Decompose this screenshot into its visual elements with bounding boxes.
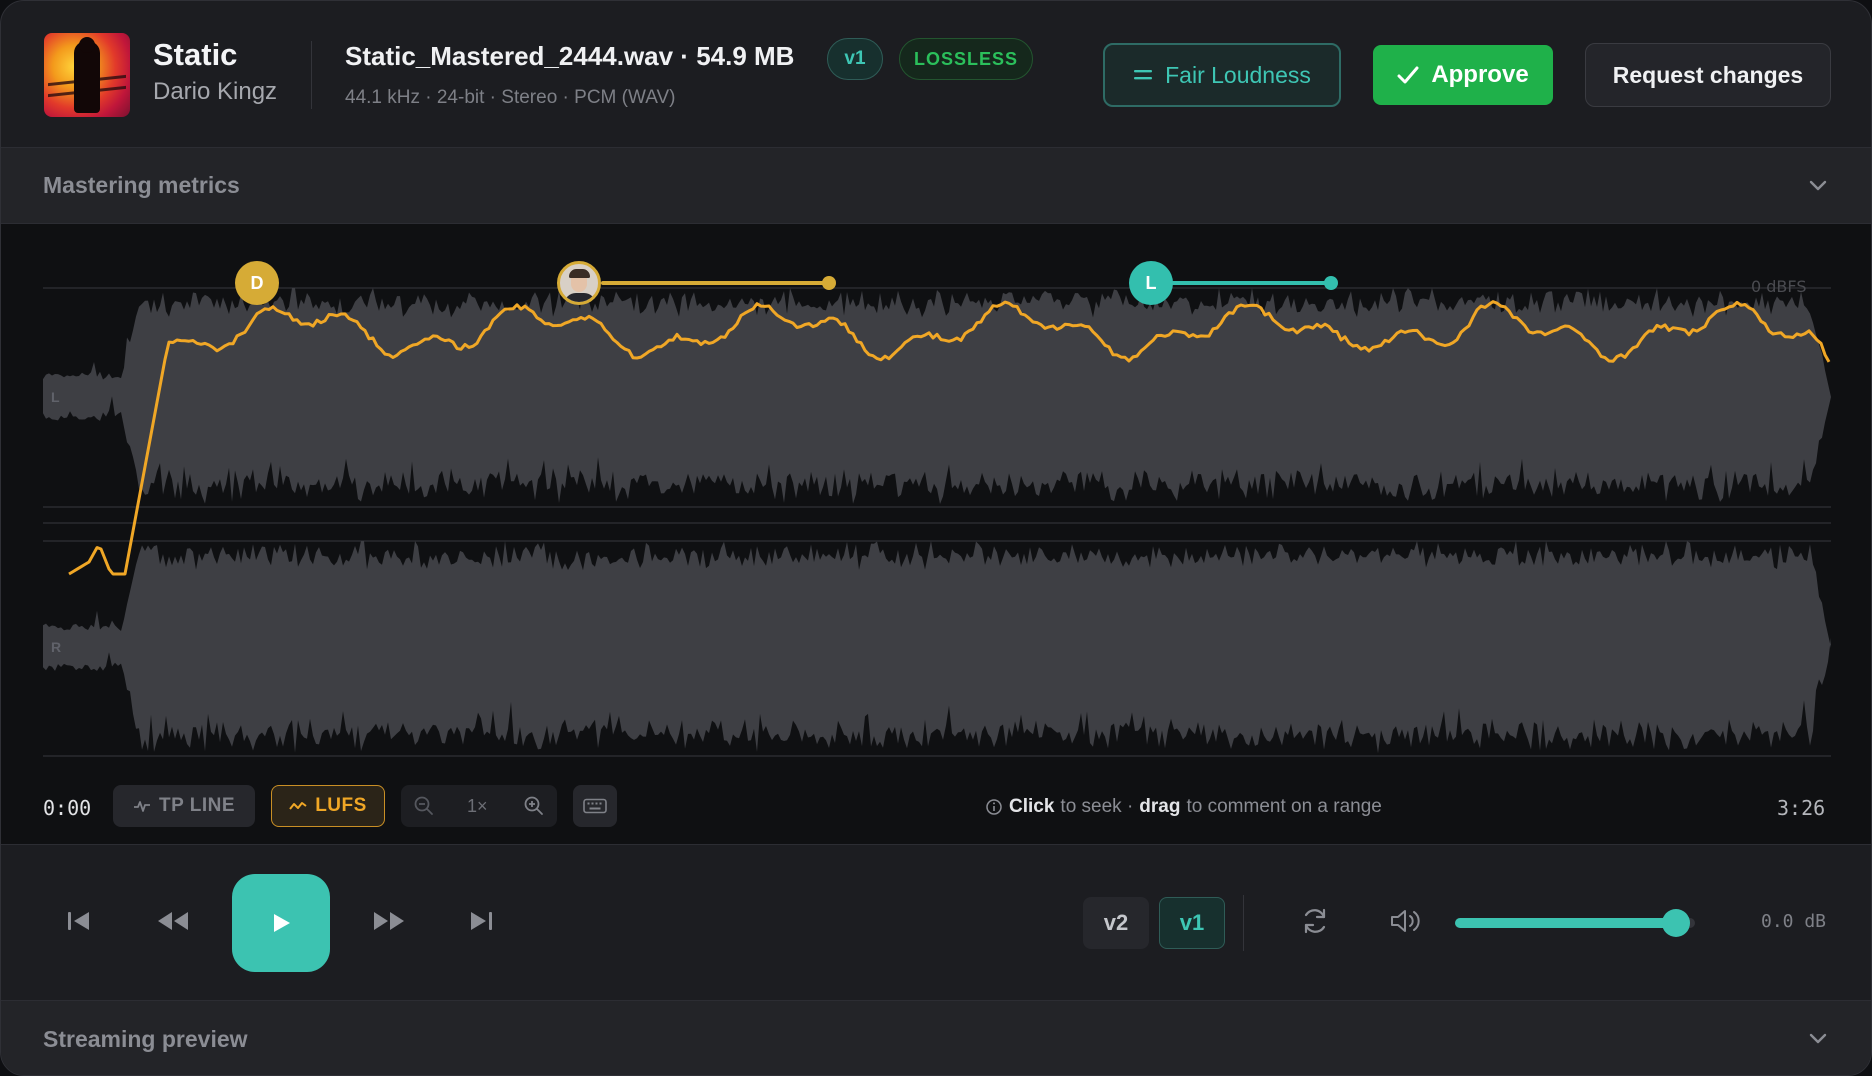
zoom-out-icon[interactable]	[413, 795, 435, 817]
tp-line-label: TP LINE	[159, 795, 235, 816]
version-v1-button[interactable]: v1	[1159, 897, 1225, 949]
zoom-in-icon[interactable]	[523, 795, 545, 817]
transport-bar: v2 v1 0.0 dB	[1, 845, 1871, 1000]
track-title: Static	[153, 37, 238, 72]
speaker-icon	[1391, 910, 1420, 932]
version-v2-button[interactable]: v2	[1083, 897, 1149, 949]
file-name: Static_Mastered_2444.wav · 54.9 MB	[345, 41, 795, 71]
volume-fill	[1455, 918, 1676, 928]
approve-button[interactable]: Approve	[1373, 45, 1553, 105]
skip-to-end-button[interactable]	[457, 897, 505, 945]
mastering-metrics-label: Mastering metrics	[43, 172, 240, 198]
lufs-label: LUFS	[315, 795, 367, 816]
loop-button[interactable]	[1291, 897, 1339, 945]
volume-handle[interactable]	[1661, 909, 1690, 937]
rewind-button[interactable]	[149, 897, 197, 945]
mastering-review-app: Static Dario Kingz Static_Mastered_2444.…	[0, 0, 1872, 1076]
fast-forward-button[interactable]	[365, 897, 413, 945]
approve-label: Approve	[1431, 61, 1529, 88]
fast-forward-icon	[374, 912, 404, 930]
volume-slider[interactable]	[1455, 909, 1695, 937]
hint-comment: to comment on a range	[1186, 796, 1382, 817]
hint-drag: drag	[1139, 796, 1181, 817]
comment-range-teal[interactable]	[1171, 281, 1331, 285]
waveform-panel[interactable]: 0 dBFS L R D L 0:00 TP LINE LUFS 1× Clic…	[1, 224, 1871, 845]
hint-seek: to seek ·	[1060, 796, 1134, 817]
album-cover	[44, 33, 130, 117]
comment-range-gold[interactable]	[601, 281, 829, 285]
comment-marker-d[interactable]: D	[235, 261, 279, 305]
waveform-canvas[interactable]	[1, 224, 1872, 764]
comment-marker-avatar[interactable]	[557, 261, 601, 305]
right-channel-label: R	[51, 639, 62, 655]
wave-line-icon	[289, 802, 307, 810]
zoom-control: 1×	[401, 785, 557, 827]
header-divider	[311, 41, 312, 109]
range-end-handle[interactable]	[1324, 276, 1338, 290]
pulse-icon	[134, 801, 150, 812]
refresh-icon	[1304, 908, 1326, 934]
chevron-down-icon	[1809, 1033, 1827, 1044]
total-duration: 3:26	[1777, 796, 1826, 820]
mute-button[interactable]	[1381, 897, 1429, 945]
check-icon	[1397, 66, 1419, 84]
lossless-badge: LOSSLESS	[899, 38, 1033, 80]
skip-back-icon	[68, 912, 89, 930]
play-button[interactable]	[233, 875, 329, 971]
transport-divider	[1243, 895, 1244, 951]
mastering-metrics-toggle[interactable]: Mastering metrics	[1, 148, 1871, 224]
skip-forward-icon	[471, 912, 492, 930]
play-icon	[274, 914, 290, 932]
rewind-icon	[158, 912, 188, 930]
streaming-preview-toggle[interactable]: Streaming preview	[1, 1000, 1871, 1075]
hint-click: Click	[1009, 796, 1055, 817]
track-artist: Dario Kingz	[153, 78, 278, 105]
tp-line-toggle[interactable]: TP LINE	[113, 785, 255, 827]
comment-marker-l[interactable]: L	[1129, 261, 1173, 305]
skip-to-start-button[interactable]	[55, 897, 103, 945]
fair-loudness-button[interactable]: Fair Loudness	[1103, 43, 1341, 107]
waveform-right-channel	[43, 541, 1831, 754]
track-header: Static Dario Kingz Static_Mastered_2444.…	[1, 1, 1871, 148]
left-channel-label: L	[51, 389, 60, 405]
request-changes-button[interactable]: Request changes	[1585, 43, 1831, 107]
file-meta: 44.1 kHz · 24-bit · Stereo · PCM (WAV)	[345, 87, 676, 108]
info-icon	[986, 799, 1002, 815]
volume-db-readout: 0.0 dB	[1761, 911, 1827, 932]
interaction-hint: Click to seek · drag to comment on a ran…	[985, 796, 1382, 818]
dbfs-label: 0 dBFS	[1751, 277, 1807, 296]
equals-icon	[1134, 70, 1153, 80]
streaming-preview-label: Streaming preview	[43, 1025, 248, 1052]
keyboard-shortcuts-button[interactable]	[573, 785, 617, 827]
current-time: 0:00	[43, 796, 92, 820]
fair-loudness-label: Fair Loudness	[1165, 61, 1311, 88]
lufs-toggle[interactable]: LUFS	[271, 785, 385, 827]
waveform-left-channel	[43, 288, 1831, 504]
range-end-handle[interactable]	[822, 276, 836, 290]
keyboard-icon	[583, 798, 607, 814]
version-badge: v1	[827, 38, 883, 80]
chevron-down-icon	[1809, 180, 1827, 191]
zoom-level: 1×	[467, 796, 488, 816]
